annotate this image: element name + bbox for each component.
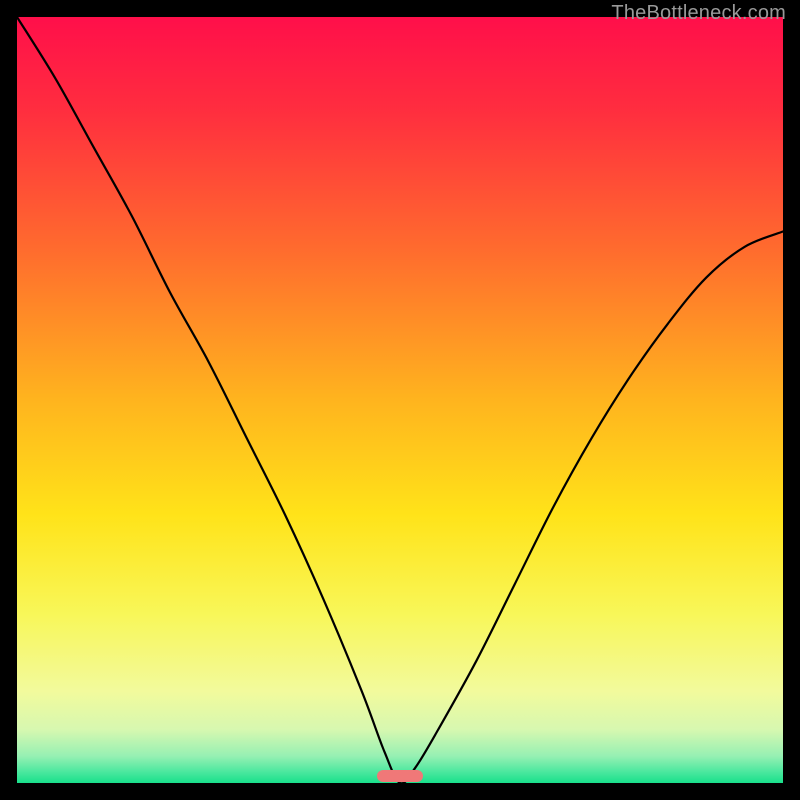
- bottleneck-curve: [17, 17, 783, 783]
- watermark: TheBottleneck.com: [611, 2, 786, 25]
- sweet-spot-marker: [377, 770, 423, 782]
- plot-area: [17, 17, 783, 783]
- bottleneck-chart: TheBottleneck.com: [0, 0, 800, 800]
